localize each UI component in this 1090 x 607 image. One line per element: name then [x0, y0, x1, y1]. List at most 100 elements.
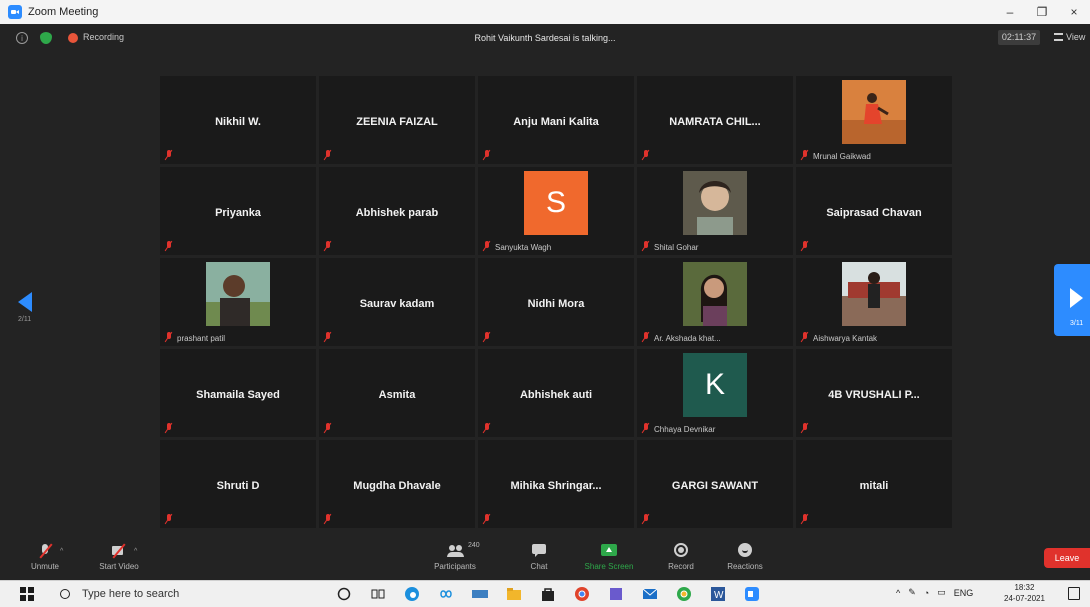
participant-tile[interactable]: Anju Mani Kalita	[478, 76, 634, 164]
windows-start-icon[interactable]	[20, 587, 34, 601]
participant-tile[interactable]: Shruti D	[160, 440, 316, 528]
participant-tile[interactable]: Asmita	[319, 349, 475, 437]
keyboard-icon[interactable]: ▭	[937, 587, 946, 598]
share-screen-button[interactable]: Share Screen	[574, 540, 644, 578]
participant-label: Sanyukta Wagh	[495, 243, 552, 252]
participant-tile[interactable]: S Sanyukta Wagh	[478, 167, 634, 255]
participant-tile[interactable]: Shamaila Sayed	[160, 349, 316, 437]
muted-mic-icon	[642, 150, 650, 160]
search-placeholder: Type here to search	[82, 588, 180, 600]
meeting-topbar: i Recording Rohit Vaikunth Sardesai is t…	[0, 24, 1090, 52]
task-view-icon[interactable]	[368, 584, 388, 604]
participant-tile[interactable]: Mihika Shringar...	[478, 440, 634, 528]
participant-tile[interactable]: Abhishek auti	[478, 349, 634, 437]
grid-view-icon	[1054, 33, 1063, 41]
participant-name: Priyanka	[215, 207, 261, 219]
chat-label: Chat	[530, 562, 548, 571]
participant-tile[interactable]: Shital Gohar	[637, 167, 793, 255]
taskbar-clock[interactable]: 18:32 24-07-2021	[1004, 582, 1045, 604]
view-button[interactable]: View	[1054, 32, 1085, 42]
participant-tile[interactable]: mitali	[796, 440, 952, 528]
view-label: View	[1066, 32, 1086, 42]
chevron-up-icon[interactable]: ^	[134, 548, 137, 555]
participant-name: Abhishek auti	[519, 389, 593, 401]
participant-tile[interactable]: Priyanka	[160, 167, 316, 255]
participant-tile[interactable]: 4B VRUSHALI P...	[796, 349, 952, 437]
leave-button[interactable]: Leave	[1044, 548, 1090, 568]
chevron-up-icon[interactable]: ^	[896, 588, 900, 598]
close-button[interactable]: ×	[1058, 0, 1090, 24]
chrome-alt-icon[interactable]	[674, 584, 694, 604]
unmute-button[interactable]: ^ Unmute	[10, 540, 80, 578]
participant-tile[interactable]: Aishwarya Kantak	[796, 258, 952, 346]
reactions-button[interactable]: Reactions	[710, 540, 780, 578]
participant-name: Mugdha Dhavale	[353, 480, 441, 492]
participants-icon	[446, 544, 464, 558]
participant-tile[interactable]: prashant patil	[160, 258, 316, 346]
participant-tile[interactable]: Saurav kadam	[319, 258, 475, 346]
notification-icon[interactable]	[1068, 587, 1080, 600]
start-video-label: Start Video	[99, 562, 139, 571]
participants-button[interactable]: 240 Participants	[420, 540, 490, 578]
participant-name: 4B VRUSHALI P...	[828, 389, 920, 401]
start-video-button[interactable]: ^ Start Video	[84, 540, 154, 578]
chevron-up-icon[interactable]: ^	[60, 548, 63, 555]
participant-label: prashant patil	[177, 334, 226, 343]
restore-button[interactable]: ❐	[1026, 0, 1058, 24]
participant-tile[interactable]: Mrunal Gaikwad	[796, 76, 952, 164]
participant-tile[interactable]: Ar. Akshada khat...	[637, 258, 793, 346]
participant-name: Saiprasad Chavan	[826, 207, 922, 219]
record-button[interactable]: Record	[646, 540, 716, 578]
participant-tile[interactable]: Saiprasad Chavan	[796, 167, 952, 255]
taskbar-search[interactable]: Type here to search	[50, 582, 318, 606]
arrow-left-icon	[18, 292, 32, 312]
zoom-taskbar-icon[interactable]	[742, 584, 762, 604]
participant-name: Nikhil W.	[215, 116, 261, 128]
participant-name: Asmita	[378, 389, 416, 401]
previous-page-button[interactable]: 2/11	[18, 292, 38, 323]
muted-mic-icon	[483, 423, 491, 433]
pen-icon[interactable]: ✎	[908, 587, 916, 598]
zoom-logo-icon	[8, 5, 22, 19]
system-tray: ^ ✎ ◔ ▭ ENG	[896, 587, 973, 598]
infinity-app-icon[interactable]	[436, 584, 456, 604]
chrome-icon[interactable]	[572, 584, 592, 604]
meeting-timer: 02:11:37	[998, 30, 1040, 45]
task-manager-icon[interactable]	[470, 584, 490, 604]
active-speaker-text: Rohit Vaikunth Sardesai is talking...	[474, 33, 616, 43]
muted-mic-icon	[642, 514, 650, 524]
mail-icon[interactable]	[640, 584, 660, 604]
participant-tile[interactable]: GARGI SAWANT	[637, 440, 793, 528]
file-explorer-icon[interactable]	[504, 584, 524, 604]
cortana-icon[interactable]	[334, 584, 354, 604]
window-controls: – ❐ ×	[994, 0, 1090, 24]
participant-tile[interactable]: Mugdha Dhavale	[319, 440, 475, 528]
edge-icon[interactable]	[402, 584, 422, 604]
participant-tile[interactable]: NAMRATA CHIL...	[637, 76, 793, 164]
participant-count: 240	[468, 542, 480, 549]
arrow-right-icon	[1070, 288, 1083, 308]
windows-taskbar: Type here to search W ^ ✎ ◔ ▭ ENG 18:32 …	[0, 580, 1090, 607]
avatar: K	[683, 353, 747, 417]
minimize-button[interactable]: –	[994, 0, 1026, 24]
participant-tile[interactable]: K Chhaya Devnikar	[637, 349, 793, 437]
participant-tile[interactable]: Nidhi Mora	[478, 258, 634, 346]
unmute-label: Unmute	[30, 562, 59, 571]
network-icon[interactable]: ◔	[924, 588, 929, 598]
language-indicator[interactable]: ENG	[954, 588, 974, 598]
next-page-number: 3/11	[1070, 320, 1084, 327]
participant-tile[interactable]: ZEENIA FAIZAL	[319, 76, 475, 164]
next-page-button[interactable]: 3/11	[1054, 264, 1090, 336]
participants-label: Participants	[434, 562, 476, 571]
muted-mic-icon	[165, 514, 173, 524]
chat-button[interactable]: Chat	[504, 540, 574, 578]
participant-tile[interactable]: Abhishek parab	[319, 167, 475, 255]
word-icon[interactable]: W	[708, 584, 728, 604]
store-icon[interactable]	[538, 584, 558, 604]
participant-label: Shital Gohar	[654, 243, 699, 252]
share-screen-label: Share Screen	[584, 562, 634, 571]
participant-tile[interactable]: Nikhil W.	[160, 76, 316, 164]
muted-mic-icon	[801, 241, 809, 251]
photos-icon[interactable]	[606, 584, 626, 604]
meeting-toolbar: ^ Unmute ^ Start Video 240 Participants …	[0, 536, 1090, 580]
